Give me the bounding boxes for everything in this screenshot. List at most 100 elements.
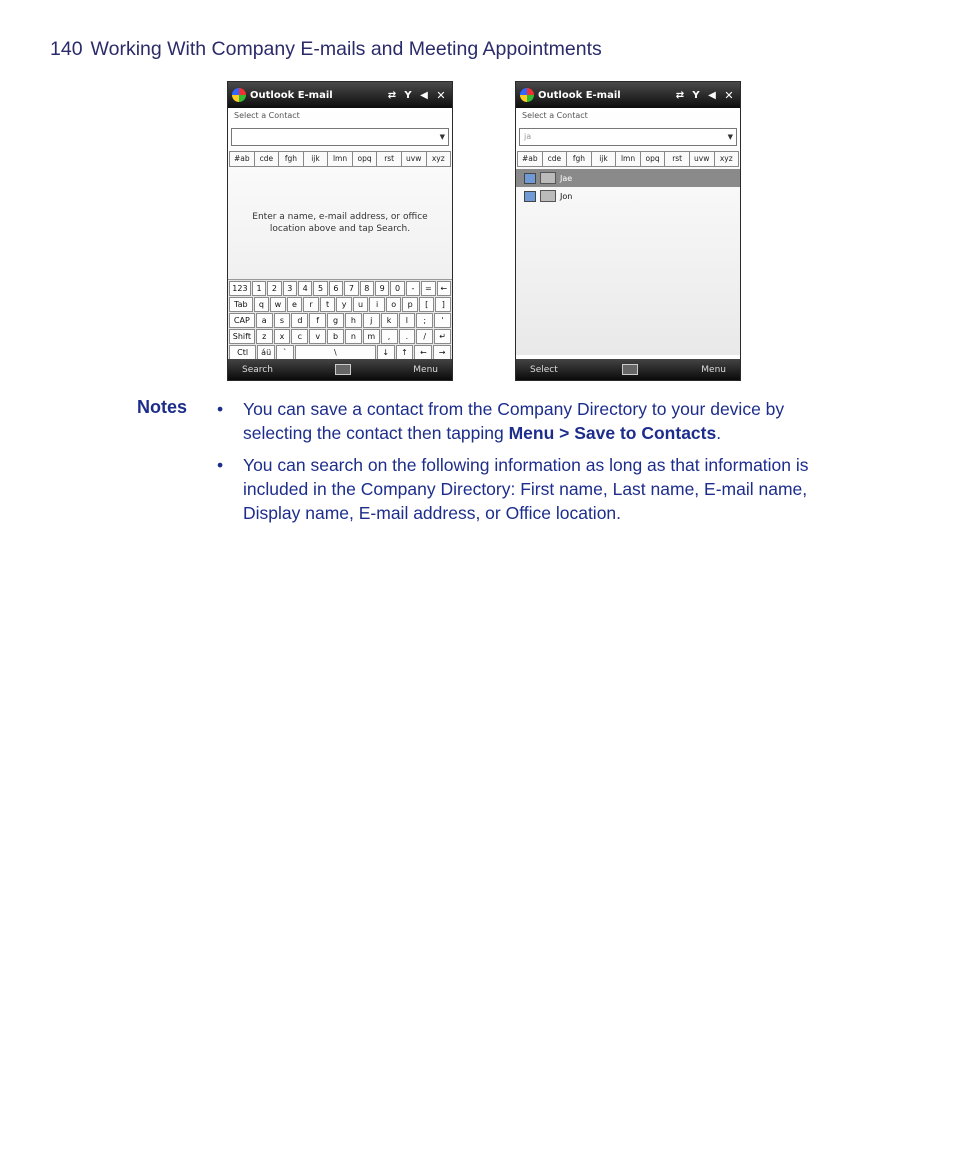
keyboard-icon[interactable] [335, 364, 352, 375]
key[interactable]: b [327, 329, 344, 344]
key[interactable]: 3 [282, 281, 297, 296]
volume-icon[interactable]: ◀ [418, 90, 430, 101]
key[interactable]: 6 [328, 281, 344, 296]
tab-6[interactable]: rst [665, 152, 690, 166]
key[interactable]: 5 [313, 281, 328, 296]
volume-icon[interactable]: ◀ [706, 90, 718, 101]
tab-2[interactable]: fgh [567, 152, 592, 166]
key[interactable]: c [291, 329, 309, 344]
key[interactable]: q [253, 297, 270, 312]
key[interactable]: w [270, 297, 286, 312]
signal-icon[interactable]: Y [402, 90, 414, 101]
tab-4[interactable]: lmn [616, 152, 641, 166]
key[interactable]: / [416, 329, 434, 344]
tab-8[interactable]: xyz [426, 152, 452, 166]
key[interactable]: → [433, 345, 452, 360]
key[interactable]: x [273, 329, 291, 344]
menu-softkey[interactable]: Menu [413, 365, 438, 375]
connectivity-icon[interactable]: ⇄ [674, 90, 686, 101]
key[interactable]: Tab [229, 297, 253, 312]
tab-3[interactable]: ijk [591, 152, 617, 166]
tab-7[interactable]: uvw [401, 152, 427, 166]
key[interactable]: ] [435, 297, 452, 312]
key[interactable]: 123 [229, 281, 251, 296]
tab-4[interactable]: lmn [328, 152, 353, 166]
key[interactable]: Shift [229, 329, 255, 344]
tab-5[interactable]: opq [352, 152, 378, 166]
list-item[interactable]: Jon [516, 187, 740, 205]
key[interactable]: a [255, 313, 273, 328]
key[interactable]: z [255, 329, 273, 344]
key[interactable]: áü [257, 345, 276, 360]
start-icon[interactable] [520, 88, 534, 102]
tab-0[interactable]: #ab [517, 152, 543, 166]
key[interactable]: . [398, 329, 416, 344]
key[interactable]: [ [418, 297, 435, 312]
tab-7[interactable]: uvw [689, 152, 715, 166]
search-input[interactable]: ▼ [231, 128, 449, 146]
menu-softkey[interactable]: Menu [701, 365, 726, 375]
key[interactable]: , [380, 329, 398, 344]
key[interactable]: ; [416, 313, 434, 328]
key[interactable]: ↵ [434, 329, 452, 344]
tab-5[interactable]: opq [640, 152, 666, 166]
tab-1[interactable]: cde [542, 152, 568, 166]
key[interactable]: v [309, 329, 327, 344]
close-icon[interactable]: ✕ [722, 89, 736, 102]
key[interactable]: k [380, 313, 398, 328]
key[interactable]: s [273, 313, 291, 328]
key[interactable]: ← [436, 281, 451, 296]
key[interactable]: f [309, 313, 327, 328]
tab-8[interactable]: xyz [714, 152, 740, 166]
list-item[interactable]: Jae [516, 169, 740, 187]
key[interactable]: 7 [344, 281, 359, 296]
key[interactable]: CAP [229, 313, 255, 328]
key[interactable]: h [344, 313, 362, 328]
key[interactable]: 4 [298, 281, 313, 296]
key[interactable]: \ [294, 345, 376, 360]
key[interactable]: m [362, 329, 380, 344]
key[interactable]: r [303, 297, 319, 312]
key[interactable]: u [352, 297, 369, 312]
key[interactable]: 0 [390, 281, 405, 296]
key[interactable]: l [398, 313, 416, 328]
key[interactable]: ↓ [376, 345, 395, 360]
key[interactable]: 1 [251, 281, 267, 296]
chevron-down-icon[interactable]: ▼ [440, 129, 445, 145]
key[interactable]: ` [276, 345, 294, 360]
key[interactable]: y [336, 297, 352, 312]
key[interactable]: 2 [267, 281, 282, 296]
key[interactable]: n [344, 329, 362, 344]
key[interactable]: t [319, 297, 336, 312]
key[interactable]: p [402, 297, 418, 312]
key[interactable]: ' [434, 313, 452, 328]
key[interactable]: 9 [374, 281, 390, 296]
tab-3[interactable]: ijk [303, 152, 329, 166]
close-icon[interactable]: ✕ [434, 89, 448, 102]
chevron-down-icon[interactable]: ▼ [728, 129, 733, 145]
key[interactable]: = [421, 281, 436, 296]
key[interactable]: Ctl [229, 345, 257, 360]
search-input[interactable]: ja ▼ [519, 128, 737, 146]
signal-icon[interactable]: Y [690, 90, 702, 101]
key[interactable]: d [291, 313, 309, 328]
key[interactable]: e [286, 297, 303, 312]
key[interactable]: g [327, 313, 344, 328]
app-title: Outlook E-mail [538, 89, 621, 101]
key[interactable]: 8 [359, 281, 374, 296]
key[interactable]: - [405, 281, 421, 296]
key[interactable]: o [385, 297, 402, 312]
tab-1[interactable]: cde [254, 152, 280, 166]
start-icon[interactable] [232, 88, 246, 102]
tab-6[interactable]: rst [377, 152, 402, 166]
key[interactable]: ↑ [395, 345, 414, 360]
connectivity-icon[interactable]: ⇄ [386, 90, 398, 101]
search-softkey[interactable]: Search [242, 365, 273, 375]
keyboard-icon[interactable] [621, 364, 638, 375]
key[interactable]: i [369, 297, 385, 312]
key[interactable]: ← [414, 345, 433, 360]
select-softkey[interactable]: Select [530, 365, 558, 375]
key[interactable]: j [362, 313, 380, 328]
tab-2[interactable]: fgh [279, 152, 304, 166]
tab-0[interactable]: #ab [229, 152, 255, 166]
